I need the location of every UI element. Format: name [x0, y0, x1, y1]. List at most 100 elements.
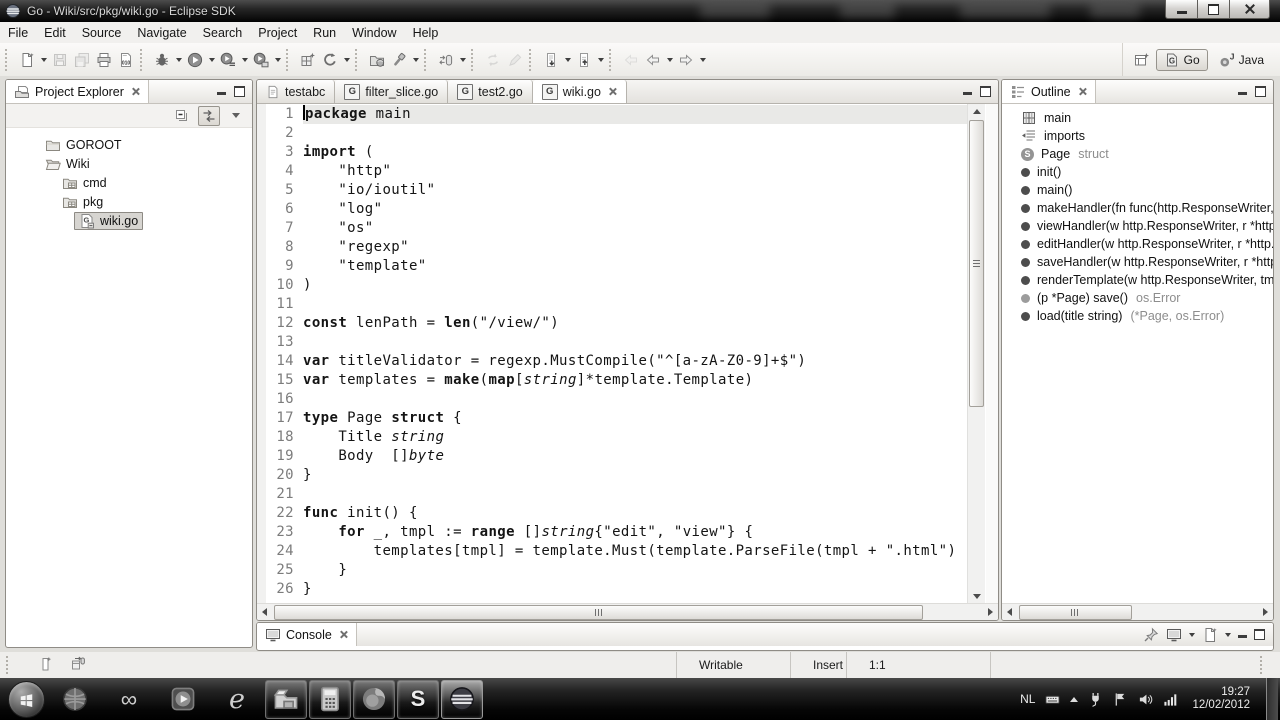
taskbar-visual-studio[interactable]: ∞ [109, 681, 149, 718]
menu-help[interactable]: Help [405, 24, 447, 42]
restore-button[interactable] [1197, 0, 1230, 19]
maximize-editor-button[interactable] [980, 86, 991, 97]
external-tools-dropdown[interactable] [457, 49, 468, 71]
perspective-go-button[interactable]: G Go [1155, 48, 1208, 71]
minimize-button[interactable] [1165, 0, 1198, 19]
search-dropdown[interactable] [410, 49, 421, 71]
outline-item-editHandler-w-http-ResponseWriter-r-http-F[interactable]: editHandler(w http.ResponseWriter, r *ht… [1002, 235, 1273, 253]
close-view-icon[interactable] [339, 630, 348, 639]
taskbar-skype[interactable]: S [397, 679, 439, 719]
menu-run[interactable]: Run [305, 24, 344, 42]
scroll-left-button[interactable] [1002, 604, 1017, 620]
debug-button[interactable] [151, 49, 173, 71]
tree-item-cmd[interactable]: cmd [6, 173, 252, 192]
outline-tab[interactable]: Outline [1002, 80, 1096, 103]
back-dropdown[interactable] [664, 49, 675, 71]
new-button[interactable] [16, 49, 38, 71]
run-config-button[interactable] [250, 49, 272, 71]
display-console-icon[interactable] [1166, 627, 1182, 643]
horizontal-scroll-thumb[interactable] [1019, 605, 1132, 620]
scroll-right-button[interactable] [983, 604, 998, 620]
collapse-all-button[interactable] [171, 106, 193, 126]
outline-item-p-Page-save[interactable]: (p *Page) save() os.Error [1002, 289, 1273, 307]
next-annotation-dropdown[interactable] [562, 49, 573, 71]
close-view-icon[interactable] [1078, 87, 1087, 96]
debug-dropdown[interactable] [173, 49, 184, 71]
gc-dropdown[interactable] [341, 49, 352, 71]
gc-button[interactable] [319, 49, 341, 71]
outline-item-renderTemplate-w-http-ResponseWriter-tmp[interactable]: renderTemplate(w http.ResponseWriter, tm… [1002, 271, 1273, 289]
menu-navigate[interactable]: Navigate [129, 24, 194, 42]
horizontal-scroll-track[interactable] [272, 604, 983, 620]
outline-item-main[interactable]: main() [1002, 181, 1273, 199]
tree-item-wiki.go[interactable]: Gwiki.go [6, 211, 252, 230]
taskbar-firefox[interactable] [353, 679, 395, 719]
external-tools-button[interactable] [435, 49, 457, 71]
outline-item-makeHandler-fn-func-http-ResponseWriter[interactable]: makeHandler(fn func(http.ResponseWriter, [1002, 199, 1273, 217]
menu-project[interactable]: Project [250, 24, 305, 42]
tree-item-pkg[interactable]: pkg [6, 192, 252, 211]
menu-file[interactable]: File [0, 24, 36, 42]
new-dropdown[interactable] [38, 49, 49, 71]
tree-item-Wiki[interactable]: Wiki [6, 154, 252, 173]
print-button[interactable] [93, 49, 115, 71]
tree-item-GOROOT[interactable]: GOROOT [6, 135, 252, 154]
project-explorer-tab[interactable]: Project Explorer [6, 80, 149, 103]
dropdown-icon[interactable] [1189, 632, 1195, 637]
minimize-editor-button[interactable] [963, 92, 972, 95]
menu-search[interactable]: Search [195, 24, 251, 42]
maximize-view-button[interactable] [1254, 629, 1265, 640]
back-button[interactable] [642, 49, 664, 71]
scroll-right-button[interactable] [1258, 604, 1273, 620]
pin-console-icon[interactable] [1143, 627, 1159, 643]
console-tab[interactable]: Console [257, 623, 357, 646]
search-button[interactable] [388, 49, 410, 71]
show-hidden-icons[interactable] [1070, 696, 1079, 702]
minimize-view-button[interactable] [1238, 635, 1247, 638]
fast-view-icon[interactable] [38, 656, 54, 672]
run-config-dropdown[interactable] [272, 49, 283, 71]
taskbar-file-explorer[interactable] [265, 679, 307, 719]
taskbar-eclipse[interactable] [441, 679, 483, 719]
clock[interactable]: 19:27 12/02/2012 [1188, 686, 1250, 712]
start-button[interactable] [4, 678, 48, 720]
scroll-down-button[interactable] [968, 589, 985, 604]
run-history-button[interactable] [217, 49, 239, 71]
run-button[interactable] [184, 49, 206, 71]
prev-annotation-button[interactable] [573, 49, 595, 71]
vertical-scroll-thumb[interactable] [969, 120, 984, 407]
menu-window[interactable]: Window [344, 24, 404, 42]
scroll-up-button[interactable] [968, 104, 985, 119]
window-titlebar[interactable]: Go - Wiki/src/pkg/wiki.go - Eclipse SDK [0, 0, 1280, 22]
editor-tab-test2.go[interactable]: Gtest2.go [448, 80, 533, 103]
editor-horizontal-scrollbar[interactable] [257, 603, 998, 620]
forward-dropdown[interactable] [697, 49, 708, 71]
prev-annotation-dropdown[interactable] [595, 49, 606, 71]
run-history-dropdown[interactable] [239, 49, 250, 71]
language-indicator[interactable]: NL [1020, 692, 1035, 706]
menu-edit[interactable]: Edit [36, 24, 74, 42]
outline-item-Page[interactable]: S Page struct [1002, 145, 1273, 163]
minimize-view-button[interactable] [217, 92, 226, 95]
link-with-editor-button[interactable] [198, 105, 220, 126]
next-annotation-button[interactable] [540, 49, 562, 71]
outline-item-viewHandler-w-http-ResponseWriter-r-http[interactable]: viewHandler(w http.ResponseWriter, r *ht… [1002, 217, 1273, 235]
editor-tab-testabc[interactable]: testabc [257, 80, 336, 103]
maximize-view-button[interactable] [1255, 86, 1266, 97]
taskbar-media-player[interactable] [163, 681, 203, 718]
editor-vertical-scrollbar[interactable] [967, 104, 985, 604]
open-resource-button[interactable] [366, 49, 388, 71]
outline-item-main[interactable]: main [1002, 109, 1273, 127]
scroll-left-button[interactable] [257, 604, 272, 620]
run-dropdown[interactable] [206, 49, 217, 71]
outline-item-saveHandler-w-http-ResponseWriter-r-http[interactable]: saveHandler(w http.ResponseWriter, r *ht… [1002, 253, 1273, 271]
code-editor[interactable]: 1 package main 2 3 import (4 "http" 5 "io/iou… [266, 104, 967, 604]
close-tab-icon[interactable] [608, 87, 617, 96]
view-menu-button[interactable] [225, 106, 247, 126]
horizontal-scroll-thumb[interactable] [274, 605, 923, 620]
taskbar-calculator[interactable] [309, 679, 351, 719]
minimize-view-button[interactable] [1238, 92, 1247, 95]
sync-view-icon[interactable] [70, 656, 86, 672]
outline-item-init[interactable]: init() [1002, 163, 1273, 181]
overview-ruler[interactable] [986, 104, 998, 604]
